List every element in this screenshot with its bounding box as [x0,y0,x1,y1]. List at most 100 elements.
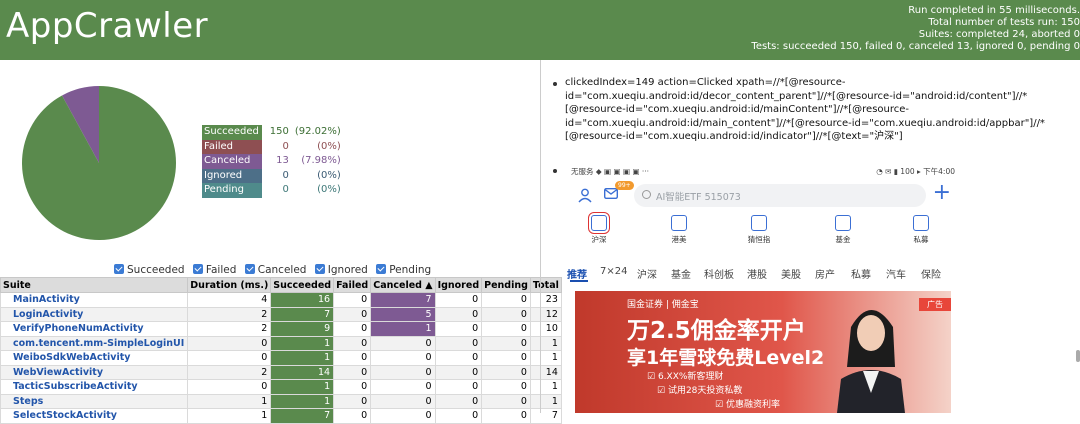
column-header-failed[interactable]: Failed [333,277,372,293]
checkbox-checked-icon[interactable] [114,264,124,274]
quick-item-label: 私募 [913,235,929,244]
filter-ignored[interactable]: Ignored [314,264,368,276]
filter-failed[interactable]: Failed [192,264,236,276]
status-filters: Succeeded Failed Canceled Ignored Pendin… [114,264,436,276]
filter-pending[interactable]: Pending [376,264,431,276]
screenshot-thumbnail[interactable]: 无服务 ◆ ▣ ▣ ▣ ▣ ··· ◔ ✉ ▮ 100 ▸ 下午4:00 99+… [567,161,961,413]
suite-name-link[interactable]: MainActivity [0,292,189,308]
duration-cell: 0 [187,350,272,366]
legend-percent: (0%) [317,169,341,181]
suite-name-link[interactable]: LoginActivity [0,306,189,322]
succeeded-cell: 1 [270,335,335,351]
search-placeholder: AI智能ETF 515073 [656,192,741,203]
checkbox-checked-icon[interactable] [244,264,255,274]
legend-label: Failed [202,139,262,154]
duration-cell: 2 [187,321,272,337]
private-fund-icon [913,215,929,231]
column-header-pending[interactable]: Pending [481,277,531,293]
duration-cell: 1 [187,393,272,409]
banner-bullet: ☑ 优惠融资利率 [715,400,780,410]
ignored-cell: 0 [434,321,483,337]
quick-item-label: 沪深 [591,235,607,244]
legend-row-pending: Pending 0 (0%) [202,183,344,198]
phone-quick-entries: 沪深 港美 猜恒指 基金 私募 [567,212,961,255]
canceled-cell: 0 [370,379,436,395]
banner-bullet: ☑ 试用28天投资私教 [657,386,743,396]
column-header-suite[interactable]: Suite [0,277,189,293]
phone-tab: 7×24 [600,266,628,277]
legend-count: 150 [269,126,289,138]
search-icon [642,190,651,199]
legend-row-succeeded: Succeeded 150 (92.02%) [202,125,344,140]
summary-line: Total number of tests run: 150 [928,17,1080,28]
pie-slice-succeeded [22,86,176,240]
market-icon [671,215,687,231]
ignored-cell: 0 [434,408,483,424]
filter-label: Canceled [257,264,307,276]
filter-canceled[interactable]: Canceled [244,264,307,276]
summary-line: Run completed in 55 milliseconds. [908,5,1080,16]
suite-name-link[interactable]: WebViewActivity [0,364,189,380]
column-header-ignored[interactable]: Ignored [434,277,483,293]
run-summary: Run completed in 55 milliseconds. Total … [751,5,1080,53]
phone-tab: 基金 [671,270,691,281]
failed-cell: 0 [333,335,372,351]
table-row: VerifyPhoneNumActivity 2 9 0 1 0 0 10 [0,321,562,337]
pending-cell: 0 [481,408,531,424]
pending-cell: 0 [481,306,531,322]
checkbox-checked-icon[interactable] [314,264,325,274]
ignored-cell: 0 [434,379,483,395]
phone-tab-bar: 推荐 7×24 沪深 基金 科创板 港股 美股 房产 私募 汽车 保险 [567,263,961,283]
column-header-succeeded[interactable]: Succeeded [270,277,335,293]
quick-item-label: 猜恒指 [747,235,771,244]
failed-cell: 0 [333,364,372,380]
pie-legend: Succeeded 150 (92.02%) Failed 0 (0%) Can… [202,125,344,198]
legend-row-canceled: Canceled 13 (7.98%) [202,154,344,169]
pending-cell: 0 [481,292,531,308]
ignored-cell: 0 [434,350,483,366]
suite-name-link[interactable]: VerifyPhoneNumActivity [0,321,189,337]
suite-name-link[interactable]: TacticSubscribeActivity [0,379,189,395]
succeeded-cell: 14 [270,364,335,380]
suite-name-link[interactable]: com.tencent.mm-SimpleLoginUI [0,335,189,351]
ignored-cell: 0 [434,335,483,351]
app-title: AppCrawler [6,6,209,46]
quick-item: 私募 [891,215,951,245]
message-badge: 99+ [615,181,634,190]
suite-name-link[interactable]: SelectStockActivity [0,408,189,424]
phone-status-bar: 无服务 ◆ ▣ ▣ ▣ ▣ ··· ◔ ✉ ▮ 100 ▸ 下午4:00 [567,161,961,181]
phone-tab: 沪深 [637,270,657,281]
banner-brand: 国金证券 | 佣金宝 [627,300,699,310]
checkbox-checked-icon[interactable] [376,264,387,274]
status-left: 无服务 ◆ ▣ ▣ ▣ ▣ ··· [571,167,650,176]
checkbox-checked-icon[interactable] [192,264,203,274]
user-icon [578,188,592,203]
canceled-cell: 7 [370,292,436,308]
suite-results-table: Suite Duration (ms.) Succeeded Failed Ca… [0,277,562,424]
duration-cell: 0 [187,335,272,351]
mail-icon [604,188,618,199]
results-pie-chart [22,86,176,240]
table-row: MainActivity 4 16 0 7 0 0 23 [0,292,562,308]
spokesperson-image [837,310,905,413]
duration-cell: 0 [187,379,272,395]
duration-cell: 2 [187,364,272,380]
phone-tab: 港股 [747,270,767,281]
ignored-cell: 0 [434,393,483,409]
phone-search-box: AI智能ETF 515073 [634,184,926,207]
legend-percent: (0%) [317,184,341,196]
market-icon [588,212,610,234]
filter-succeeded[interactable]: Succeeded [114,264,185,276]
failed-cell: 0 [333,350,372,366]
suite-name-link[interactable]: WeiboSdkWebActivity [0,350,189,366]
banner-bullet-text: 试用28天投资私教 [667,386,743,396]
column-header-duration[interactable]: Duration (ms.) [187,277,272,293]
quick-item: 港美 [649,215,709,245]
canceled-cell: 5 [370,306,436,322]
suite-name-link[interactable]: Steps [0,393,189,409]
column-header-canceled[interactable]: Canceled ▲ [370,277,436,293]
failed-cell: 0 [333,379,372,395]
phone-tab: 科创板 [704,270,734,281]
scrollbar-thumb[interactable] [1076,350,1080,362]
succeeded-cell: 9 [270,321,335,337]
